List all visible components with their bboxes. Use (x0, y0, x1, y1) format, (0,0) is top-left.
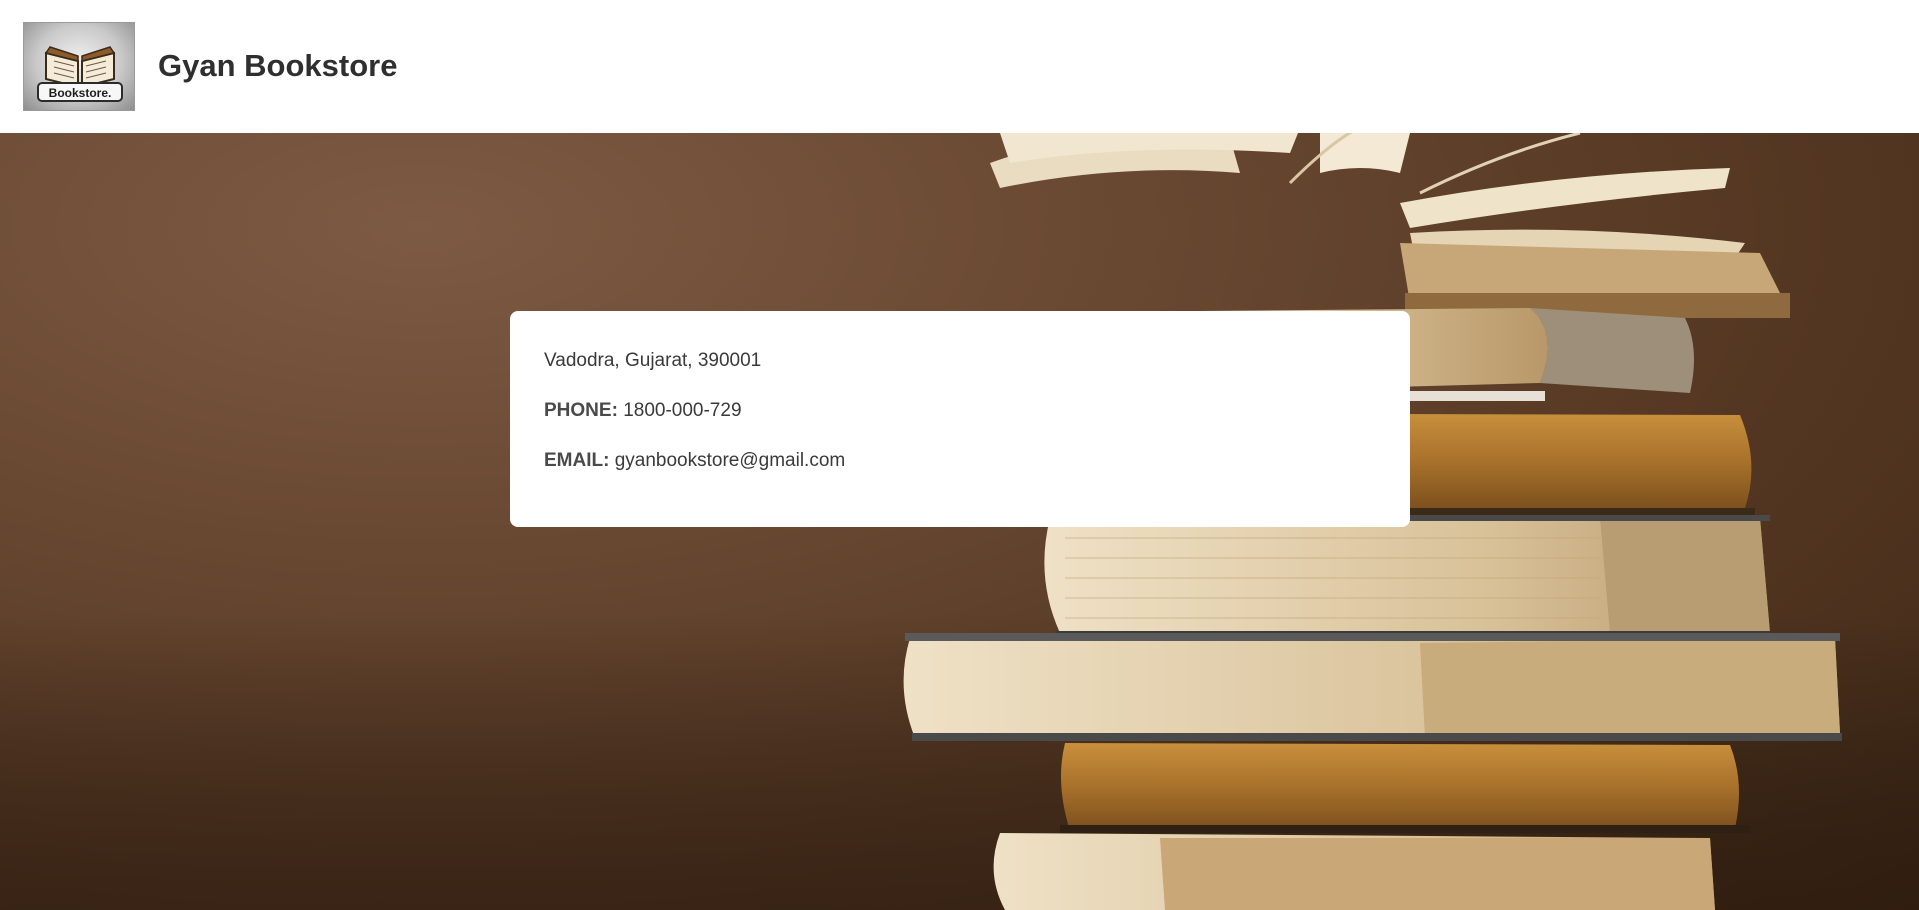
phone-value[interactable]: 1800-000-729 (623, 400, 741, 421)
logo-text: Bookstore. (49, 86, 112, 100)
site-header: Bookstore. Gyan Bookstore (0, 0, 1919, 133)
phone-line: PHONE: 1800-000-729 (544, 399, 1376, 423)
email-label: EMAIL: (544, 450, 610, 471)
contact-card: Vadodra, Gujarat, 390001 PHONE: 1800-000… (510, 311, 1410, 527)
address-text: Vadodra, Gujarat, 390001 (544, 350, 762, 371)
site-title[interactable]: Gyan Bookstore (158, 46, 397, 86)
hero-banner: Vadodra, Gujarat, 390001 PHONE: 1800-000… (0, 133, 1919, 910)
open-book-icon: Bookstore. (37, 46, 123, 102)
email-line: EMAIL: gyanbookstore@gmail.com (544, 449, 1376, 473)
email-value[interactable]: gyanbookstore@gmail.com (615, 450, 846, 471)
phone-label: PHONE: (544, 400, 618, 421)
open-book-pages (990, 133, 1745, 258)
bookstore-logo[interactable]: Bookstore. (23, 22, 135, 111)
